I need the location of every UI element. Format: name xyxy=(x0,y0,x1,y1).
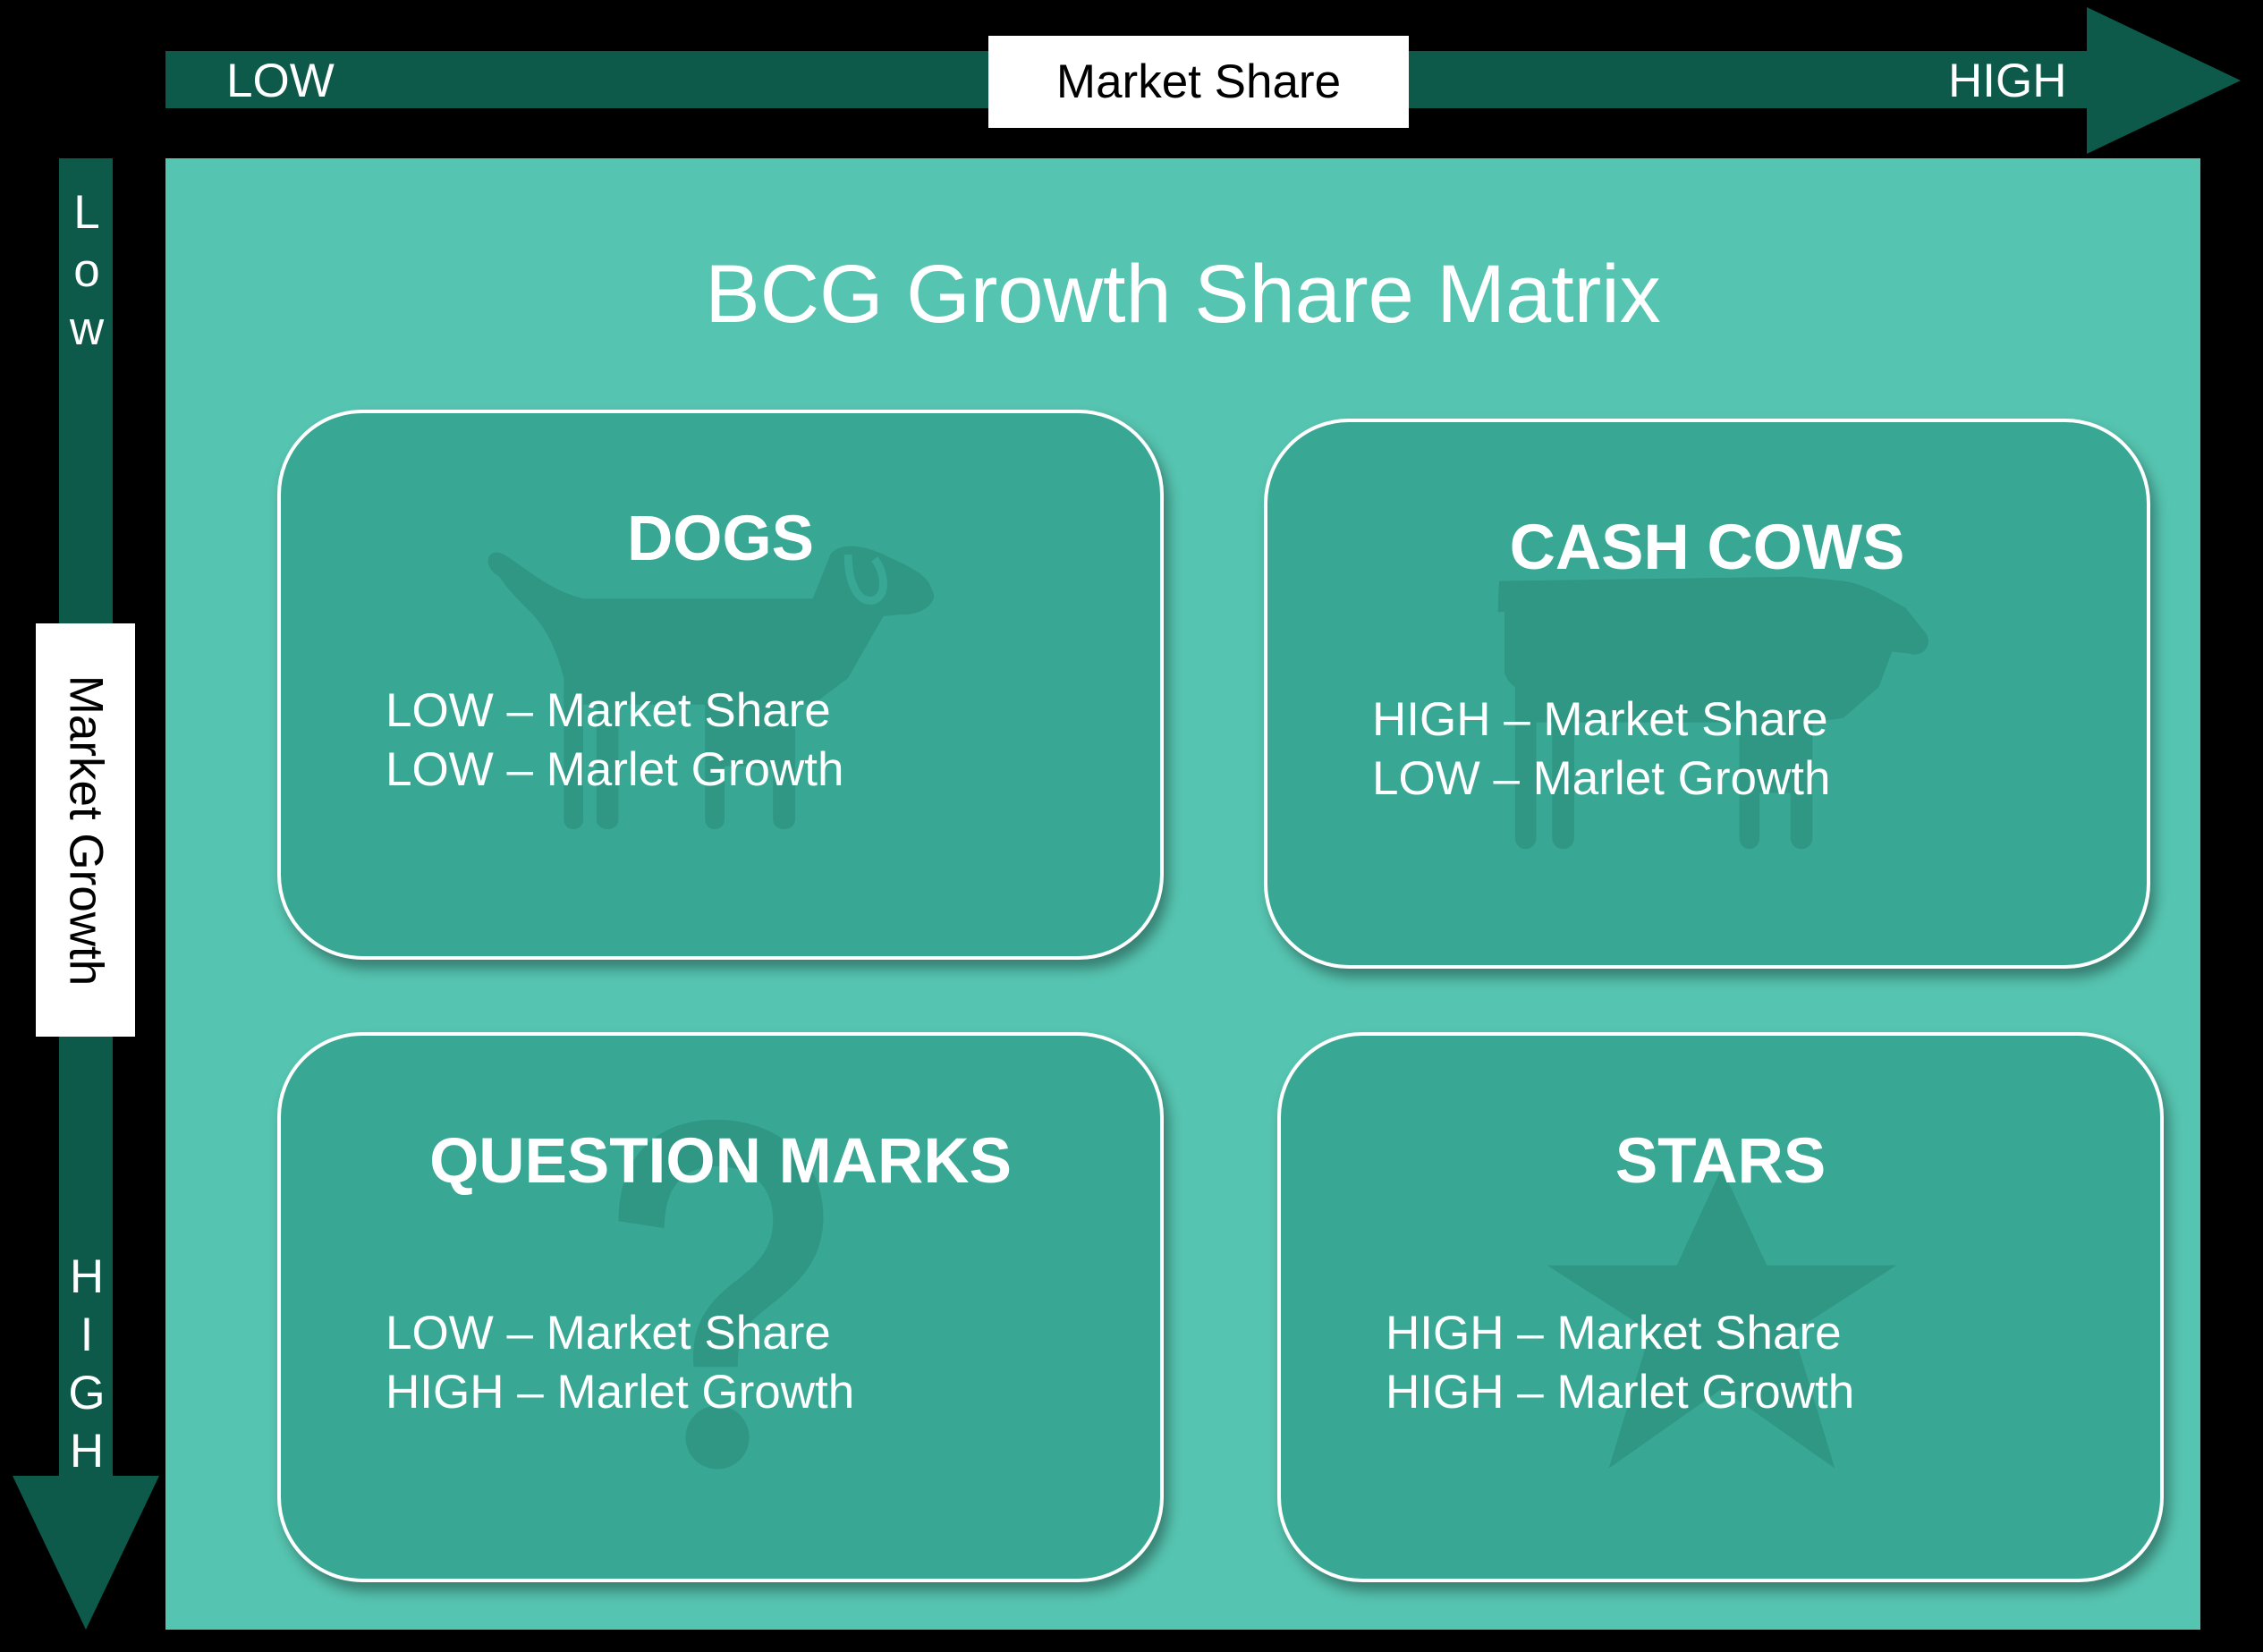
y-low-letter: o xyxy=(73,244,100,297)
y-high-letter: I xyxy=(80,1309,94,1361)
quadrant-description: HIGH – Market Share HIGH – Marlet Growth xyxy=(1386,1304,1854,1422)
x-axis-low-label: LOW xyxy=(226,55,335,107)
matrix-panel: BCG Growth Share Matrix DOGS LOW – Marke… xyxy=(165,158,2200,1630)
quadrant-title: STARS xyxy=(1615,1126,1827,1197)
y-high-letter: G xyxy=(68,1367,106,1419)
y-low-letter: w xyxy=(69,302,105,355)
y-axis-high-label: H I G H xyxy=(55,1248,118,1480)
x-axis-high-label: HIGH xyxy=(1948,55,2067,107)
y-high-letter: H xyxy=(69,1425,105,1478)
quadrant-description: HIGH – Market Share LOW – Marlet Growth xyxy=(1372,690,1830,809)
quadrant-line: LOW – Marlet Growth xyxy=(386,743,844,796)
quadrant-title: DOGS xyxy=(626,504,815,574)
x-axis-title: Market Share xyxy=(988,36,1409,128)
quadrant-title: QUESTION MARKS xyxy=(429,1126,1012,1197)
quadrant-line: LOW – Marlet Growth xyxy=(1372,752,1831,805)
quadrant-stars: STARS HIGH – Market Share HIGH – Marlet … xyxy=(1277,1032,2164,1582)
quadrant-description: LOW – Market Share HIGH – Marlet Growth xyxy=(386,1304,854,1422)
quadrant-line: HIGH – Market Share xyxy=(1386,1307,1842,1360)
quadrant-line: HIGH – Marlet Growth xyxy=(386,1366,855,1419)
matrix-title: BCG Growth Share Matrix xyxy=(705,249,1661,340)
y-axis-title-text: Market Growth xyxy=(59,674,112,986)
y-high-letter: H xyxy=(69,1250,105,1303)
quadrant-question-marks: QUESTION MARKS LOW – Market Share HIGH –… xyxy=(277,1032,1164,1582)
quadrant-line: HIGH – Marlet Growth xyxy=(1386,1366,1855,1419)
y-low-letter: L xyxy=(73,186,100,239)
quadrant-dogs: DOGS LOW – Market Share LOW – Marlet Gro… xyxy=(277,410,1164,960)
y-axis-low-label: L o w xyxy=(55,183,118,358)
quadrant-description: LOW – Market Share LOW – Marlet Growth xyxy=(386,682,843,800)
quadrant-line: HIGH – Market Share xyxy=(1372,693,1828,746)
quadrant-line: LOW – Market Share xyxy=(386,684,831,737)
y-axis-title: Market Growth xyxy=(36,623,135,1037)
quadrant-line: LOW – Market Share xyxy=(386,1307,831,1360)
quadrant-title: CASH COWS xyxy=(1509,513,1905,583)
quadrant-cash-cows: CASH COWS HIGH – Market Share LOW – Marl… xyxy=(1264,419,2150,969)
